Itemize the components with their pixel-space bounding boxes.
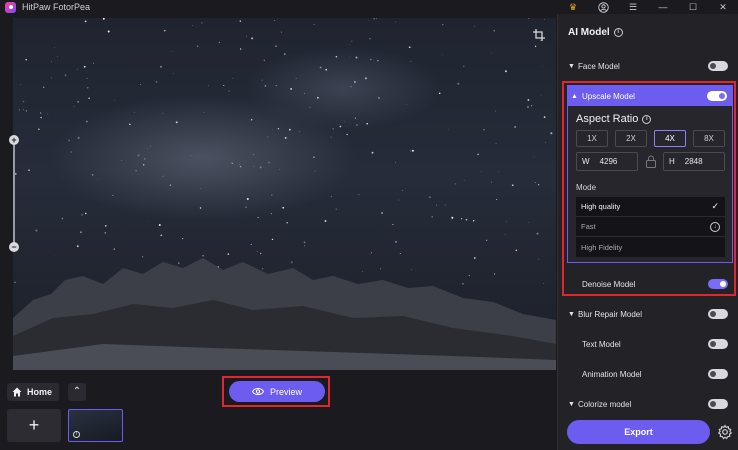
face-model-row[interactable]: ▼ Face Model xyxy=(568,56,732,76)
export-button[interactable]: Export xyxy=(567,420,710,444)
blur-repair-model-row[interactable]: ▼ Blur Repair Model xyxy=(568,304,732,324)
mode-option-high-fidelity[interactable]: High Fidelity xyxy=(576,237,725,257)
zoom-slider-track[interactable] xyxy=(13,140,15,246)
text-model-row[interactable]: Text Model xyxy=(568,334,732,354)
download-icon[interactable]: ↓ xyxy=(710,221,720,232)
close-icon[interactable]: ✕ xyxy=(708,0,738,14)
upscale-model-row[interactable]: ▲ Upscale Model xyxy=(568,86,732,106)
app-logo-icon xyxy=(5,1,16,13)
aspect-ratio-title: Aspect Ratio i xyxy=(576,113,652,125)
height-field[interactable]: H 2848 xyxy=(663,152,725,171)
face-model-toggle[interactable] xyxy=(708,61,728,71)
panel-title: AI Model i xyxy=(568,27,623,38)
width-field[interactable]: W 4296 xyxy=(576,152,638,171)
lock-icon[interactable] xyxy=(645,155,657,168)
ratio-8x-button[interactable]: 8X xyxy=(693,130,725,147)
image-canvas[interactable] xyxy=(13,18,556,370)
animation-model-row[interactable]: Animation Model xyxy=(568,364,732,384)
ratio-4x-button[interactable]: 4X xyxy=(654,130,686,147)
zoom-out-icon[interactable]: − xyxy=(9,242,19,252)
caret-down-icon: ▼ xyxy=(568,310,575,318)
text-model-toggle[interactable] xyxy=(708,339,728,349)
home-icon xyxy=(12,387,22,397)
caret-down-icon: ▼ xyxy=(568,62,575,70)
height-value: 2848 xyxy=(684,157,703,166)
info-icon[interactable]: i xyxy=(642,114,652,124)
minimize-icon[interactable]: — xyxy=(648,0,678,14)
gear-icon[interactable] xyxy=(717,424,733,440)
image-thumbnail[interactable]: i xyxy=(68,409,123,442)
blur-repair-model-toggle[interactable] xyxy=(708,309,728,319)
home-button[interactable]: Home xyxy=(7,383,59,401)
caret-up-icon: ▲ xyxy=(571,92,578,100)
denoise-model-toggle[interactable] xyxy=(708,279,728,289)
night-sky-photo xyxy=(13,18,556,370)
checkmark-icon: ✓ xyxy=(711,201,719,211)
add-image-button[interactable]: + xyxy=(7,409,61,442)
info-icon: i xyxy=(73,431,80,438)
denoise-model-row[interactable]: Denoise Model xyxy=(568,274,732,294)
mode-label: Mode xyxy=(576,183,597,192)
colorize-model-row[interactable]: ▼ Colorize model xyxy=(568,394,732,414)
home-label: Home xyxy=(27,387,53,397)
chevron-up-icon[interactable]: ⌃ xyxy=(68,383,86,401)
crop-icon[interactable] xyxy=(533,29,547,43)
info-icon[interactable]: i xyxy=(613,28,623,37)
preview-label: Preview xyxy=(269,386,302,397)
colorize-model-toggle[interactable] xyxy=(708,399,728,409)
eye-icon xyxy=(251,388,264,395)
zoom-in-icon[interactable]: + xyxy=(9,135,19,145)
height-label: H xyxy=(669,157,675,166)
ratio-2x-button[interactable]: 2X xyxy=(615,130,647,147)
mode-list: High quality ✓ Fast ↓ High Fidelity xyxy=(576,197,725,257)
title-bar: HitPaw FotorPea ♛ ☰ — ☐ ✕ xyxy=(0,0,738,14)
caret-down-icon: ▼ xyxy=(568,400,575,408)
width-label: W xyxy=(582,157,590,166)
menu-icon[interactable]: ☰ xyxy=(618,0,648,14)
upscale-model-toggle[interactable] xyxy=(707,91,727,101)
preview-button[interactable]: Preview xyxy=(229,381,325,402)
ratio-1x-button[interactable]: 1X xyxy=(576,130,608,147)
mode-option-fast[interactable]: Fast ↓ xyxy=(576,217,725,237)
animation-model-toggle[interactable] xyxy=(708,369,728,379)
user-icon[interactable] xyxy=(588,0,618,14)
mode-option-high-quality[interactable]: High quality ✓ xyxy=(576,197,725,217)
maximize-icon[interactable]: ☐ xyxy=(678,0,708,14)
app-title: HitPaw FotorPea xyxy=(22,2,91,12)
width-value: 4296 xyxy=(599,157,618,166)
crown-icon[interactable]: ♛ xyxy=(558,0,588,14)
